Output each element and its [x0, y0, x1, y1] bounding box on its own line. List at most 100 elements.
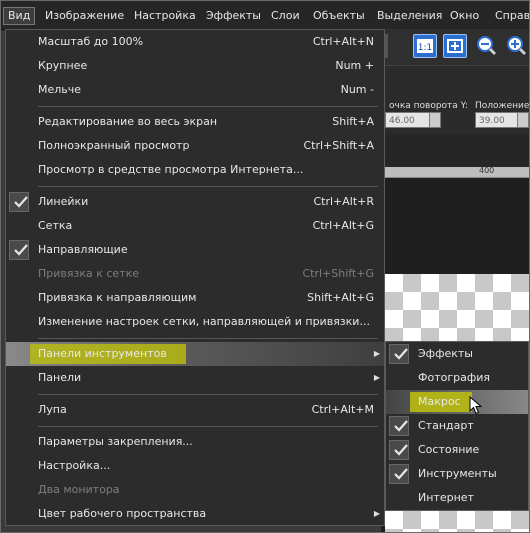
- rotation-y-spinner[interactable]: [429, 112, 441, 128]
- menu-separator: [38, 186, 378, 187]
- submenu-item-effects[interactable]: Эффекты: [386, 342, 528, 366]
- submenu-item-tools[interactable]: Инструменты: [386, 462, 528, 486]
- menu-item-shortcut: Ctrl+Shift+A: [303, 139, 374, 152]
- checkmark-icon: [9, 240, 29, 260]
- ruler-tick-label: 400: [479, 166, 495, 175]
- menu-separator: [38, 106, 378, 107]
- submenu-item-label: Стандарт: [418, 419, 474, 432]
- menu-item-label: Цвет рабочего пространства: [38, 507, 207, 520]
- menu-item-label: Мельче: [38, 83, 82, 96]
- standard-toolbar: 1:1: [381, 29, 529, 65]
- menu-item-label: Линейки: [38, 195, 89, 208]
- app-window: Вид Изображение Настройка Эффекты Слои О…: [0, 0, 530, 533]
- checkmark-icon: [389, 464, 409, 484]
- transparent-canvas[interactable]: [385, 274, 529, 344]
- menu-item-label: Привязка к направляющим: [38, 291, 197, 304]
- menu-item-palettes[interactable]: Панели ▶: [6, 366, 384, 390]
- menu-item-label: Направляющие: [38, 243, 128, 256]
- menu-item-dual-monitor: Два монитора: [6, 478, 384, 502]
- menu-item-zoom-100[interactable]: Масштаб до 100% Ctrl+Alt+N: [6, 30, 384, 54]
- menu-adjust[interactable]: Настройка: [130, 8, 200, 24]
- menu-item-grid[interactable]: Сетка Ctrl+Alt+G: [6, 214, 384, 238]
- menu-item-label: Настройка...: [38, 459, 111, 472]
- tool-options-bar: очка поворота Y: 46.00 Положение X 39.00: [381, 65, 529, 136]
- view-menu: Масштаб до 100% Ctrl+Alt+N Крупнее Num + М…: [5, 29, 385, 526]
- menu-item-shortcut: Ctrl+Alt+M: [311, 403, 374, 416]
- menu-item-label: Полноэкранный просмотр: [38, 139, 190, 152]
- menu-item-shortcut: Ctrl+Shift+G: [302, 267, 374, 280]
- menu-separator: [38, 338, 378, 339]
- submenu-item-label: Фотография: [418, 371, 491, 384]
- menu-item-label: Изменение настроек сетки, направляющей и…: [38, 315, 370, 328]
- submenu-arrow-icon: ▶: [373, 373, 380, 382]
- submenu-arrow-icon: ▶: [373, 509, 380, 518]
- menu-objects[interactable]: Объекты: [309, 8, 369, 24]
- svg-text:1:1: 1:1: [418, 43, 432, 53]
- menu-item-label: Крупнее: [38, 59, 88, 72]
- rotation-y-label: очка поворота Y:: [389, 101, 469, 111]
- rotation-y-input[interactable]: 46.00: [385, 112, 431, 128]
- menu-item-web-preview[interactable]: Просмотр в средстве просмотра Интернета.…: [6, 158, 384, 182]
- menu-item-rulers[interactable]: Линейки Ctrl+Alt+R: [6, 190, 384, 214]
- checkmark-icon: [389, 344, 409, 364]
- menu-item-label: Масштаб до 100%: [38, 35, 144, 48]
- menubar: Вид Изображение Настройка Эффекты Слои О…: [1, 1, 529, 30]
- position-x-spinner[interactable]: [517, 112, 529, 128]
- menu-item-shortcut: Shift+Alt+G: [307, 291, 374, 304]
- menu-item-grid-guide-settings[interactable]: Изменение настроек сетки, направляющей и…: [6, 310, 384, 334]
- menu-effects[interactable]: Эффекты: [202, 8, 265, 24]
- toolbars-submenu: Эффекты Фотография Макрос Стандарт Состо…: [385, 341, 529, 511]
- horizontal-ruler: 400: [381, 166, 529, 178]
- menu-item-customize[interactable]: Настройка...: [6, 454, 384, 478]
- menu-item-snap-to-guides[interactable]: Привязка к направляющим Shift+Alt+G: [6, 286, 384, 310]
- menu-item-label: Привязка к сетке: [38, 267, 140, 280]
- menu-separator: [38, 426, 378, 427]
- position-x-input[interactable]: 39.00: [475, 112, 519, 128]
- zoom-100-icon[interactable]: 1:1: [413, 34, 437, 58]
- menu-item-shortcut: Ctrl+Alt+G: [312, 219, 374, 232]
- submenu-item-label: Состояние: [418, 443, 480, 456]
- menu-item-label: Панели: [38, 371, 82, 384]
- menu-item-guides[interactable]: Направляющие: [6, 238, 384, 262]
- menu-item-shortcut: Shift+A: [332, 115, 374, 128]
- submenu-item-label: Эффекты: [418, 347, 473, 360]
- checkmark-icon: [9, 192, 29, 212]
- menu-selections[interactable]: Выделения: [373, 8, 446, 24]
- submenu-item-photo[interactable]: Фотография: [386, 366, 528, 390]
- menu-item-fullscreen-preview[interactable]: Полноэкранный просмотр Ctrl+Shift+A: [6, 134, 384, 158]
- menu-help[interactable]: Справ: [491, 8, 529, 24]
- checkmark-icon: [389, 440, 409, 460]
- submenu-item-standard[interactable]: Стандарт: [386, 414, 528, 438]
- zoom-in-icon[interactable]: [505, 34, 527, 56]
- position-x-label: Положение X: [475, 101, 530, 111]
- submenu-item-label: Макрос: [418, 395, 461, 408]
- menu-item-zoom-in[interactable]: Крупнее Num +: [6, 54, 384, 78]
- submenu-item-label: Интернет: [418, 491, 474, 504]
- menu-item-docking-options[interactable]: Параметры закрепления...: [6, 430, 384, 454]
- submenu-item-macro[interactable]: Макрос: [386, 390, 528, 414]
- menu-item-fullscreen-edit[interactable]: Редактирование во весь экран Shift+A: [6, 110, 384, 134]
- menu-item-toolbars[interactable]: Панели инструментов ▶: [6, 342, 384, 366]
- menu-item-workspace-color[interactable]: Цвет рабочего пространства ▶: [6, 502, 384, 526]
- menu-item-shortcut: Ctrl+Alt+N: [312, 35, 374, 48]
- menu-item-snap-to-grid: Привязка к сетке Ctrl+Shift+G: [6, 262, 384, 286]
- menu-view[interactable]: Вид: [3, 7, 36, 25]
- submenu-item-internet[interactable]: Интернет: [386, 486, 528, 510]
- zoom-out-icon[interactable]: [475, 34, 497, 56]
- fit-window-icon[interactable]: [443, 34, 467, 58]
- menu-item-zoom-out[interactable]: Мельче Num -: [6, 78, 384, 102]
- menu-layers[interactable]: Слои: [267, 8, 304, 24]
- menu-window[interactable]: Окно: [446, 8, 483, 24]
- menu-image[interactable]: Изображение: [41, 8, 128, 24]
- checkmark-icon: [389, 416, 409, 436]
- menu-item-label: Редактирование во весь экран: [38, 115, 218, 128]
- menu-item-magnifier[interactable]: Лупа Ctrl+Alt+M: [6, 398, 384, 422]
- menu-item-label: Просмотр в средстве просмотра Интернета.…: [38, 163, 304, 176]
- menu-separator: [38, 394, 378, 395]
- transparent-canvas-bottom[interactable]: [385, 511, 529, 532]
- submenu-item-label: Инструменты: [418, 467, 497, 480]
- mouse-cursor-icon: [469, 396, 483, 415]
- workspace-area: [381, 135, 529, 167]
- menu-item-shortcut: Num +: [335, 59, 374, 72]
- submenu-item-status[interactable]: Состояние: [386, 438, 528, 462]
